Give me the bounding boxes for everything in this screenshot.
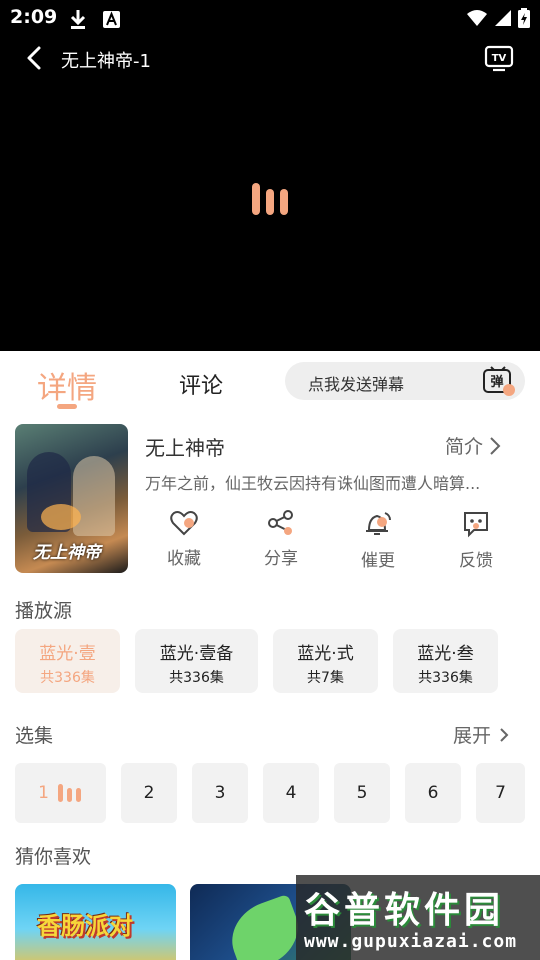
episode-item[interactable]: 5	[334, 763, 390, 823]
sources-title: 播放源	[15, 600, 73, 622]
episode-item[interactable]: 4	[263, 763, 319, 823]
show-description: 万年之前，仙王牧云因持有诛仙图而遭人暗算...	[145, 474, 481, 493]
status-icons	[466, 8, 530, 28]
status-time: 2:09	[10, 6, 58, 28]
playing-bars-icon	[57, 784, 81, 802]
source-item[interactable]: 蓝光·壹 共336集	[15, 629, 120, 693]
intro-link[interactable]: 简介	[445, 432, 501, 459]
video-player[interactable]: 2:09 无上神帝-1 TV	[0, 0, 540, 351]
source-count: 共336集	[418, 670, 473, 686]
poster-figure-right	[73, 456, 115, 536]
favorite-button[interactable]: 收藏	[154, 510, 214, 569]
source-count: 共336集	[40, 670, 95, 686]
share-label: 分享	[264, 549, 298, 569]
source-item[interactable]: 蓝光·壹备 共336集	[135, 629, 258, 693]
source-name: 蓝光·壹	[39, 644, 96, 664]
danmaku-icon-char: 弹	[490, 374, 503, 390]
expand-episodes-link[interactable]: 展开	[453, 721, 509, 748]
episode-item[interactable]: 2	[121, 763, 177, 823]
episode-item-active[interactable]: 1	[15, 763, 106, 823]
episode-number: 1	[38, 783, 49, 803]
feedback-icon	[464, 512, 488, 538]
episodes-title: 选集	[15, 725, 54, 747]
status-bar: 2:09	[0, 0, 540, 36]
share-button[interactable]: 分享	[251, 510, 311, 569]
danmaku-input[interactable]: 点我发送弹幕 弹	[285, 362, 525, 400]
source-count: 共336集	[169, 670, 224, 686]
svg-text:TV: TV	[492, 53, 507, 64]
wifi-icon	[467, 10, 487, 26]
download-icon	[70, 10, 86, 29]
tv-cast-button[interactable]: TV	[484, 44, 514, 72]
source-name: 蓝光·式	[297, 644, 354, 664]
favorite-label: 收藏	[167, 549, 201, 569]
heart-icon	[170, 511, 198, 536]
signal-icon	[495, 10, 511, 26]
poster-glow	[41, 504, 81, 530]
episode-item[interactable]: 6	[405, 763, 461, 823]
poster-logo-text: 无上神帝	[33, 543, 101, 563]
recommend-card-logo: 香肠派对	[37, 912, 133, 940]
danmaku-icon[interactable]: 弹	[481, 365, 515, 397]
tab-comment[interactable]: 评论	[179, 368, 223, 400]
source-item[interactable]: 蓝光·式 共7集	[273, 629, 378, 693]
danmaku-placeholder: 点我发送弹幕	[308, 375, 405, 394]
watermark-sub-text: www.gupuxiazai.com	[304, 931, 518, 952]
source-name: 蓝光·壹备	[159, 644, 234, 664]
tab-detail[interactable]: 详情	[37, 363, 97, 407]
feedback-label: 反馈	[459, 551, 493, 571]
source-item[interactable]: 蓝光·叁 共336集	[393, 629, 498, 693]
source-name: 蓝光·叁	[417, 644, 474, 664]
chevron-right-icon	[490, 436, 501, 455]
a-box-icon	[103, 11, 120, 28]
show-title: 无上神帝	[145, 436, 225, 460]
feedback-button[interactable]: 反馈	[446, 510, 506, 571]
chevron-right-icon	[500, 727, 509, 742]
episode-item[interactable]: 7	[476, 763, 525, 823]
urge-update-button[interactable]: 催更	[348, 510, 408, 571]
urge-update-label: 催更	[361, 551, 395, 571]
expand-label: 展开	[453, 725, 492, 747]
recommend-title: 猜你喜欢	[15, 846, 92, 868]
bell-icon	[366, 512, 391, 535]
player-title: 无上神帝-1	[61, 51, 151, 72]
share-icon	[268, 510, 293, 535]
show-poster[interactable]: 无上神帝	[15, 424, 128, 573]
recommend-card[interactable]: 香肠派对	[15, 884, 176, 960]
source-count: 共7集	[307, 670, 344, 686]
tab-indicator	[57, 404, 77, 409]
watermark-logo: 谷普软件园 www.gupuxiazai.com	[296, 875, 540, 960]
watermark-main-text: 谷普软件园	[304, 890, 505, 931]
back-button[interactable]	[22, 44, 48, 72]
episode-item[interactable]: 3	[192, 763, 248, 823]
battery-icon	[518, 8, 530, 28]
loading-bars-icon	[252, 183, 288, 215]
intro-label: 简介	[445, 436, 484, 458]
